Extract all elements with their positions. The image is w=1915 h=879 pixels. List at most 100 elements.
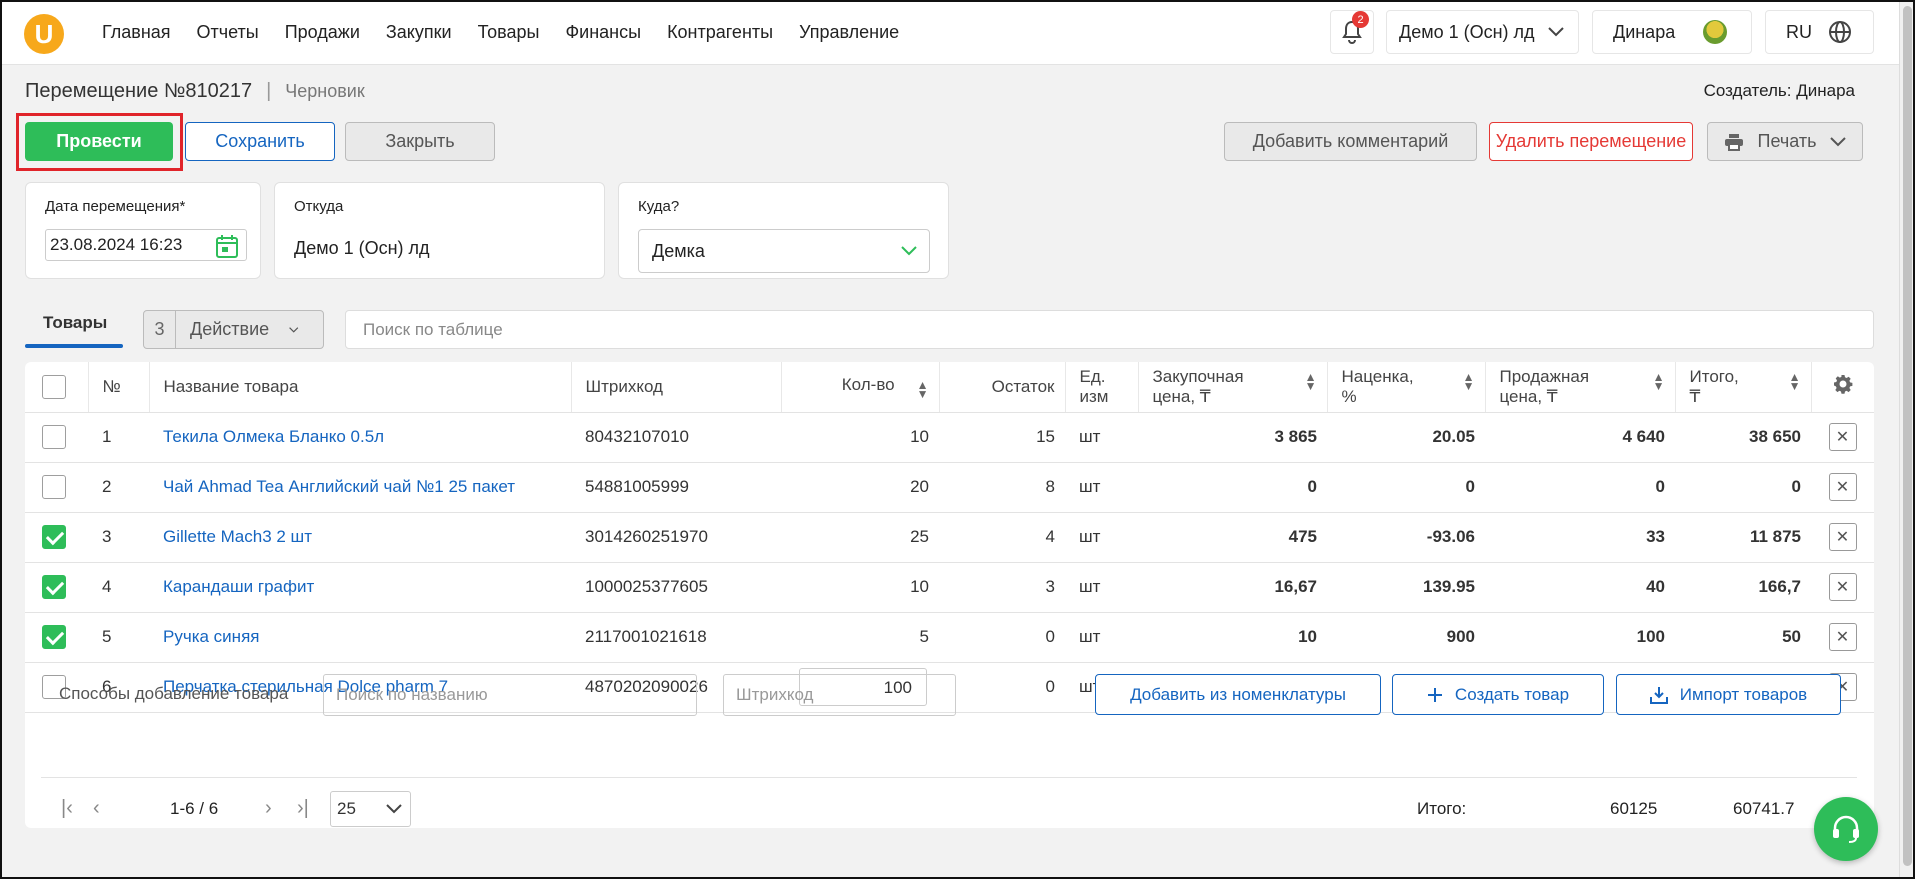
prev-page-icon[interactable]: ‹	[93, 797, 100, 820]
remove-row-button[interactable]: ✕	[1828, 623, 1857, 651]
markup-cell[interactable]: 0	[1327, 462, 1485, 513]
sort-icon[interactable]: ▲ ▼	[1653, 371, 1665, 392]
chevron-down-icon	[1548, 27, 1564, 37]
column-header-stock[interactable]: Остаток	[939, 362, 1066, 413]
print-button[interactable]: Печать	[1707, 122, 1863, 161]
price-cell[interactable]: 4 640	[1485, 412, 1675, 463]
cost-cell[interactable]: 0	[1138, 462, 1327, 513]
barcode-cell: 1000025377605	[571, 562, 781, 613]
column-header-total[interactable]: ▲ ▼ Итого, ₸	[1675, 362, 1812, 413]
last-page-icon[interactable]: ›|	[297, 797, 309, 820]
row-checkbox[interactable]	[42, 625, 66, 649]
delete-transfer-button[interactable]: Удалить перемещение	[1489, 122, 1693, 161]
nav-item-finance[interactable]: Финансы	[565, 22, 641, 43]
product-name-link[interactable]: Карандаши графит	[149, 562, 571, 613]
barcode-input[interactable]: Штрихкод	[723, 674, 956, 716]
sort-icon[interactable]: ▲ ▼	[1305, 371, 1317, 392]
markup-cell[interactable]: -93.06	[1327, 512, 1485, 563]
remove-row-button[interactable]: ✕	[1828, 523, 1857, 551]
product-name-link[interactable]: Чай Ahmad Tea Английский чай №1 25 пакет	[149, 462, 571, 513]
save-button[interactable]: Сохранить	[185, 122, 335, 161]
import-products-button[interactable]: Импорт товаров	[1616, 674, 1841, 715]
row-checkbox[interactable]	[42, 525, 66, 549]
column-header-qty[interactable]: ▲ ▼ Кол-во	[781, 362, 940, 413]
sort-icon[interactable]: ▲ ▼	[1789, 371, 1801, 392]
column-header-name[interactable]: Название товара	[149, 362, 572, 413]
price-cell[interactable]: 33	[1485, 512, 1675, 563]
calendar-icon[interactable]	[216, 234, 238, 258]
product-name-link[interactable]: Gillette Mach3 2 шт	[149, 512, 571, 563]
cost-cell[interactable]: 475	[1138, 512, 1327, 563]
column-header-cost[interactable]: ▲ ▼ Закупочная цена, ₸	[1138, 362, 1328, 413]
create-product-button[interactable]: Создать товар	[1392, 674, 1604, 715]
add-from-catalog-button[interactable]: Добавить из номенклатуры	[1095, 674, 1381, 715]
scrollbar-thumb[interactable]	[1903, 6, 1912, 866]
remove-row-button[interactable]: ✕	[1828, 423, 1857, 451]
nav-item-home[interactable]: Главная	[102, 22, 171, 43]
nav-item-reports[interactable]: Отчеты	[197, 22, 259, 43]
row-checkbox[interactable]	[42, 425, 66, 449]
select-all-checkbox[interactable]	[42, 374, 66, 399]
product-name-link[interactable]: Ручка синяя	[149, 612, 571, 663]
search-by-name-input[interactable]: Поиск по названию	[323, 674, 697, 716]
price-cell[interactable]: 40	[1485, 562, 1675, 613]
markup-cell[interactable]: 20.05	[1327, 412, 1485, 463]
language-selector[interactable]: RU	[1765, 10, 1874, 54]
nav-item-counterparties[interactable]: Контрагенты	[667, 22, 773, 43]
support-chat-button[interactable]	[1814, 797, 1878, 861]
stock-cell: 15	[939, 412, 1065, 463]
transfer-date-input[interactable]: 23.08.2024 16:23	[45, 229, 247, 261]
qty-cell[interactable]: 5	[781, 612, 939, 663]
barcode-cell: 80432107010	[571, 412, 781, 463]
column-header-no: №	[88, 362, 150, 413]
pagination: |‹ ‹ 1-6 / 6 › ›| 25 Итого: 60125 60741.…	[25, 789, 1874, 829]
page-size-select[interactable]: 25	[330, 791, 411, 827]
table-search-input[interactable]: Поиск по таблице	[345, 310, 1874, 349]
company-selector[interactable]: Демо 1 (Осн) лд	[1386, 10, 1579, 54]
cost-cell[interactable]: 3 865	[1138, 412, 1327, 463]
column-header-markup[interactable]: ▲ ▼ Наценка, %	[1327, 362, 1486, 413]
destination-select[interactable]: Демка	[638, 229, 930, 273]
first-page-icon[interactable]: |‹	[61, 797, 73, 820]
price-cell[interactable]: 0	[1485, 462, 1675, 513]
notifications-button[interactable]: 2	[1330, 10, 1374, 54]
row-checkbox[interactable]	[42, 475, 66, 499]
plus-icon	[1427, 687, 1442, 702]
add-comment-button[interactable]: Добавить комментарий	[1224, 122, 1477, 161]
column-header-price[interactable]: ▲ ▼ Продажная цена, ₸	[1485, 362, 1676, 413]
nav-item-purchases[interactable]: Закупки	[386, 22, 452, 43]
sort-icon[interactable]: ▲ ▼	[917, 379, 929, 400]
markup-cell[interactable]: 139.95	[1327, 562, 1485, 613]
user-menu[interactable]: Динара	[1592, 10, 1752, 54]
add-methods-label: Способы добавление товара	[59, 684, 289, 703]
table-row: 5 Ручка синяя 2117001021618 5 0 шт 10 90…	[25, 612, 1874, 663]
table-row: 2 Чай Ahmad Tea Английский чай №1 25 пак…	[25, 462, 1874, 513]
markup-cell[interactable]: 900	[1327, 612, 1485, 663]
qty-cell[interactable]: 10	[781, 412, 939, 463]
row-checkbox[interactable]	[42, 575, 66, 599]
qty-cell[interactable]: 25	[781, 512, 939, 563]
nav-item-management[interactable]: Управление	[799, 22, 899, 43]
cost-cell[interactable]: 10	[1138, 612, 1327, 663]
remove-row-button[interactable]: ✕	[1828, 473, 1857, 501]
cost-cell[interactable]: 16,67	[1138, 562, 1327, 613]
qty-cell[interactable]: 20	[781, 462, 939, 513]
tab-products[interactable]: Товары	[25, 308, 123, 348]
barcode-cell: 54881005999	[571, 462, 781, 513]
chevron-down-icon	[386, 804, 402, 814]
bulk-action-dropdown[interactable]: 3 Действие	[143, 310, 324, 349]
nav-item-products[interactable]: Товары	[478, 22, 540, 43]
sort-icon[interactable]: ▲ ▼	[1463, 371, 1475, 392]
product-name-link[interactable]: Текила Олмека Бланко 0.5л	[149, 412, 571, 463]
remove-row-button[interactable]: ✕	[1828, 573, 1857, 601]
price-cell[interactable]: 100	[1485, 612, 1675, 663]
column-header-barcode[interactable]: Штрихкод	[571, 362, 782, 413]
gear-icon[interactable]	[1833, 374, 1853, 395]
page-scrollbar[interactable]	[1899, 0, 1915, 879]
app-logo[interactable]: U	[24, 14, 64, 54]
qty-cell[interactable]: 10	[781, 562, 939, 613]
post-button[interactable]: Провести	[25, 122, 173, 161]
next-page-icon[interactable]: ›	[265, 797, 272, 820]
close-button[interactable]: Закрыть	[345, 122, 495, 161]
nav-item-sales[interactable]: Продажи	[285, 22, 360, 43]
